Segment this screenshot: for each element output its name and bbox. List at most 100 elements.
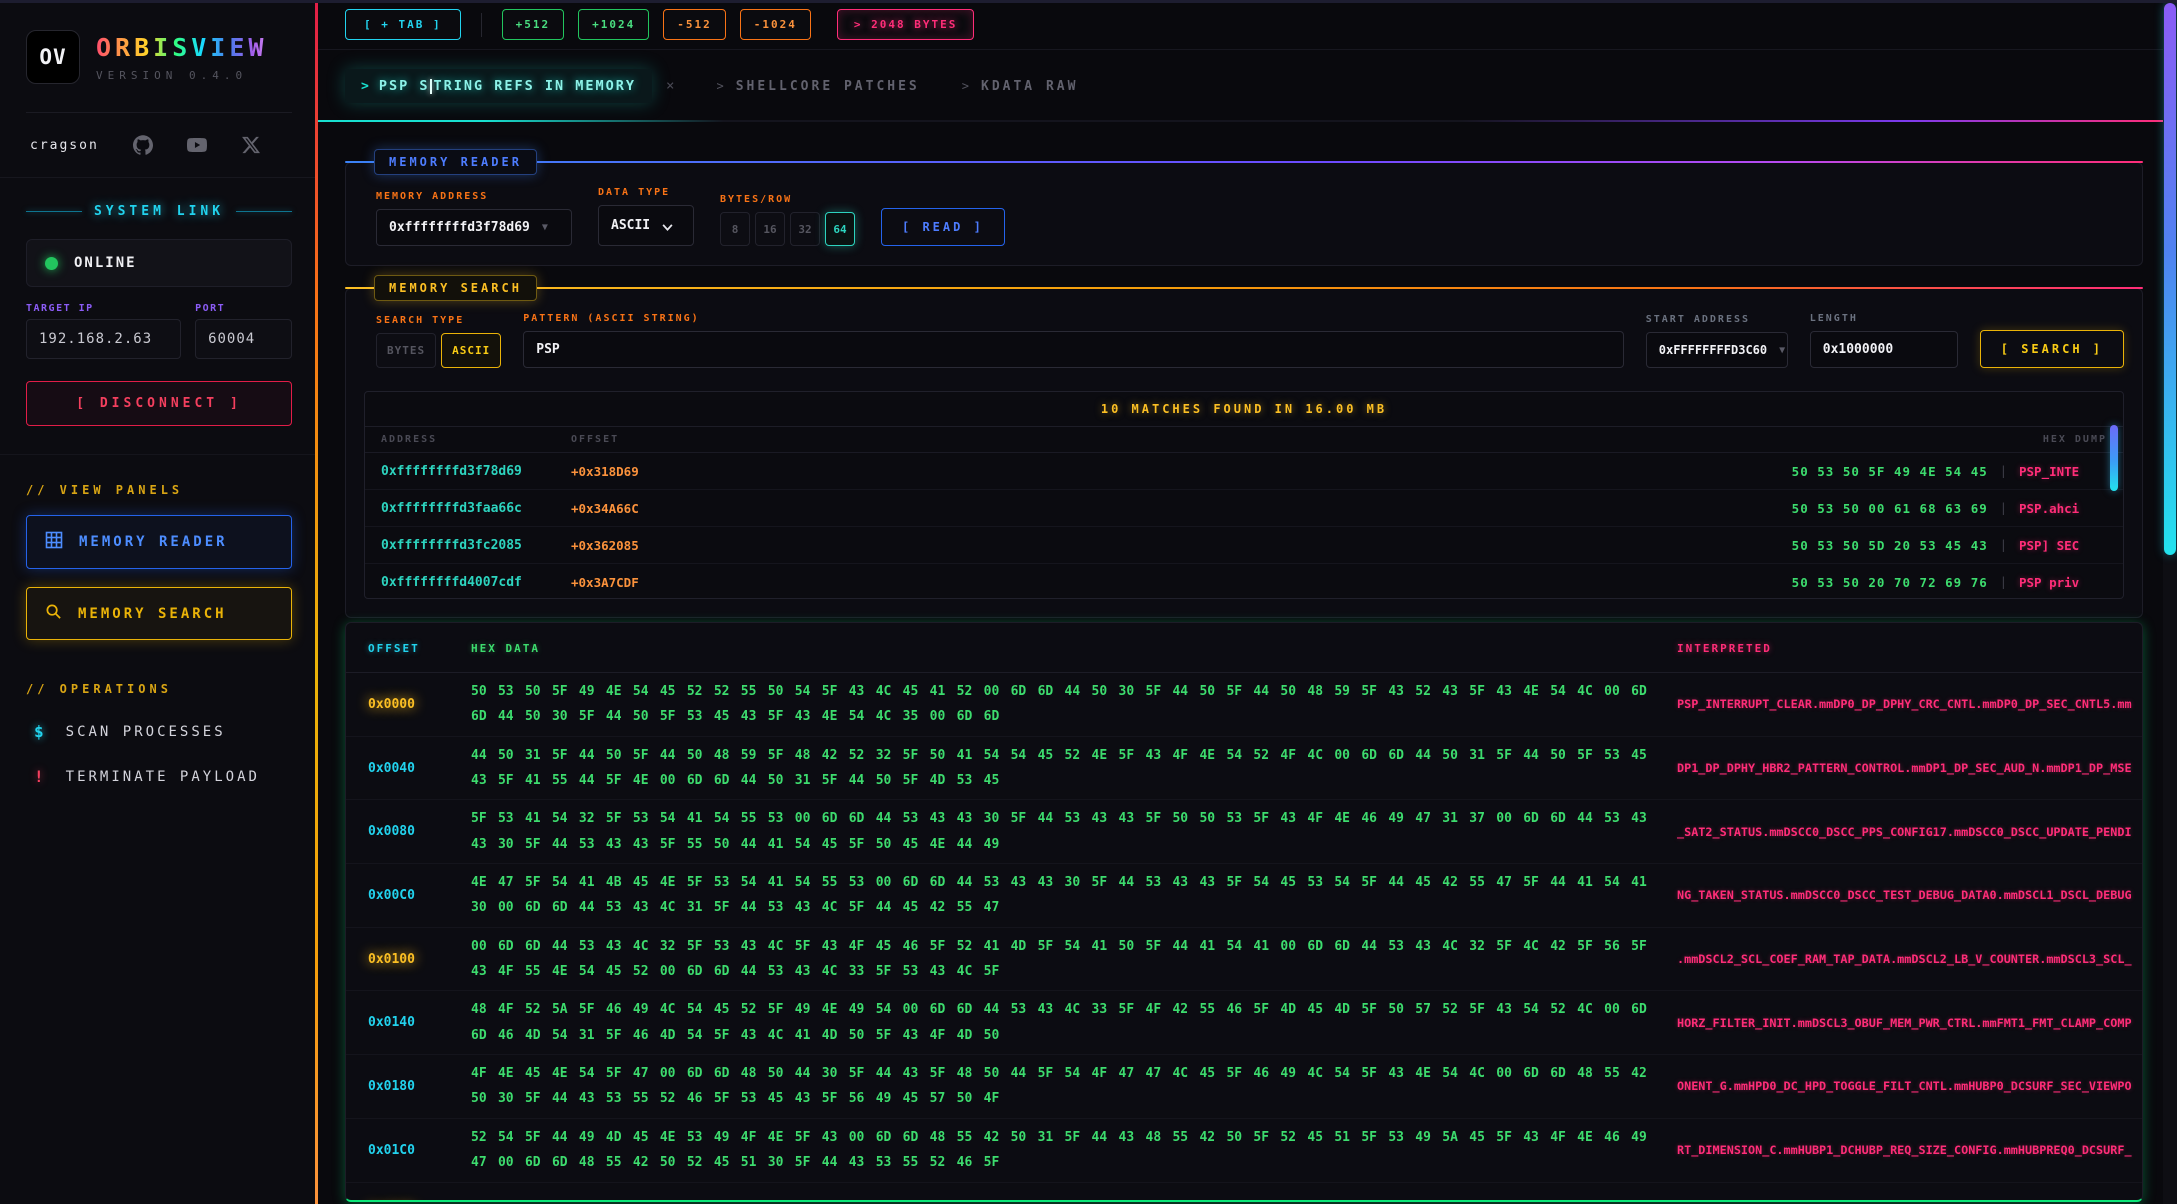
hex-row-offset[interactable]: 0x0180 [346, 1079, 471, 1094]
disconnect-button[interactable]: [ DISCONNECT ] [26, 381, 292, 426]
system-link-header: SYSTEM LINK [26, 204, 292, 219]
bytes-per-row-option-32[interactable]: 32 [790, 212, 820, 246]
bytes-per-row-option-64[interactable]: 64 [825, 212, 855, 246]
search-result-row[interactable]: 0xffffffffd3fc2085+0x36208550 53 50 5D 2… [365, 527, 2123, 564]
data-type-select[interactable]: ASCII [598, 205, 694, 246]
hex-row-bytes: 50 53 50 5F 49 4E 54 45 52 52 55 50 54 5… [471, 673, 1661, 736]
interpreted-column-header: INTERPRETED [1661, 642, 2142, 655]
search-type-option-bytes[interactable]: BYTES [376, 333, 436, 368]
tab-label: KDATA RAW [981, 79, 1078, 94]
minus-512-button[interactable]: -512 [663, 9, 726, 40]
divider [0, 454, 318, 455]
bytes-count-badge[interactable]: > 2048 BYTES [837, 9, 974, 40]
offset-column-header: OFFSET [571, 434, 691, 445]
tab-shellcore-patches[interactable]: > SHELLCORE PATCHES [716, 79, 919, 94]
memory-address-combo[interactable]: 0xffffffffd3f78d69 ▼ [376, 209, 572, 246]
column-divider: | [2000, 464, 2007, 478]
hex-row: 0x01804F 4E 45 4E 54 5F 47 00 6D 6D 48 5… [346, 1055, 2142, 1119]
offset-column-header: OFFSET [346, 642, 471, 655]
results-scrollbar-thumb[interactable] [2110, 425, 2118, 491]
port-label: PORT [195, 303, 292, 314]
sidebar: OV ORBISVIEW VERSION 0.4.0 cragson SYSTE… [0, 0, 318, 1204]
search-result-row[interactable]: 0xffffffffd4007cdf+0x3A7CDF50 53 50 20 7… [365, 564, 2123, 599]
search-type-option-ascii[interactable]: ASCII [441, 333, 501, 368]
tab-kdata-raw[interactable]: > KDATA RAW [962, 79, 1079, 94]
github-icon[interactable] [133, 135, 153, 155]
dropdown-arrow-icon: ▼ [1779, 345, 1785, 356]
result-address: 0xffffffffd4007cdf [381, 575, 571, 590]
main-area: [ + TAB ] +512 +1024 -512 -1024 > 2048 B… [318, 0, 2163, 1204]
data-type-value: ASCII [611, 218, 650, 233]
search-button[interactable]: [ SEARCH ] [1980, 330, 2124, 368]
scan-processes-button[interactable]: $ SCAN PROCESSES [34, 722, 292, 741]
port-field[interactable] [195, 319, 292, 359]
result-offset: +0x34A66C [571, 501, 691, 516]
result-ascii: PSP_INTE [2019, 464, 2107, 479]
column-divider: | [2000, 501, 2007, 515]
youtube-icon[interactable] [187, 135, 207, 155]
grid-icon [45, 531, 63, 553]
toolbar-divider [481, 13, 482, 37]
read-button[interactable]: [ READ ] [881, 208, 1005, 246]
hex-row-offset[interactable]: 0x0140 [346, 1015, 471, 1030]
column-divider: | [2000, 538, 2007, 552]
hex-row: 0x01C052 54 5F 44 49 4D 45 4E 53 49 4F 4… [346, 1119, 2142, 1183]
tab-active[interactable]: > PSP STRING REFS IN MEMORY [345, 69, 652, 103]
sidebar-item-memory-reader[interactable]: MEMORY READER [26, 515, 292, 569]
tab-title[interactable]: PSP STRING REFS IN MEMORY [379, 78, 636, 94]
search-result-row[interactable]: 0xffffffffd3f78d69+0x318D6950 53 50 5F 4… [365, 453, 2123, 490]
hex-row-offset[interactable]: 0x01C0 [346, 1143, 471, 1158]
dollar-icon: $ [34, 722, 44, 741]
start-address-combo[interactable]: 0xFFFFFFFFD3C60 ▼ [1646, 332, 1788, 368]
hex-row-bytes: 52 54 5F 44 49 4D 45 4E 53 49 4F 4E 5F 4… [471, 1119, 1661, 1182]
sidebar-item-label: MEMORY READER [79, 534, 228, 550]
x-icon[interactable] [241, 135, 261, 155]
page-scrollbar-thumb[interactable] [2164, 3, 2176, 555]
address-column-header: ADDRESS [381, 434, 571, 445]
hex-row-bytes: 00 6D 6D 44 53 43 4C 32 5F 53 43 4C 5F 4… [471, 928, 1661, 991]
close-tab-icon[interactable]: × [666, 78, 674, 94]
sidebar-accent-edge [315, 0, 318, 1204]
page-scrollbar[interactable] [2163, 0, 2177, 1204]
result-address: 0xffffffffd3faa66c [381, 501, 571, 516]
plus-512-button[interactable]: +512 [502, 9, 565, 40]
hex-row-offset[interactable]: 0x0080 [346, 824, 471, 839]
hex-row-bytes: 50 52 49 4D 41 52 59 5F 4D 45 54 41 5F 5… [471, 1193, 1661, 1202]
hex-row: 0x010000 6D 6D 44 53 43 4C 32 5F 53 43 4… [346, 928, 2142, 992]
pattern-input[interactable] [523, 331, 1624, 368]
results-summary: 10 MATCHES FOUND IN 16.00 MB [365, 392, 2123, 427]
length-input[interactable] [1810, 331, 1958, 368]
start-address-value: 0xFFFFFFFFD3C60 [1659, 343, 1767, 357]
hex-row-offset[interactable]: 0x0000 [346, 697, 471, 712]
result-address: 0xffffffffd3fc2085 [381, 538, 571, 553]
plus-1024-button[interactable]: +1024 [578, 9, 649, 40]
operations-title: // OPERATIONS [26, 682, 292, 696]
hex-row-bytes: 4E 47 5F 54 41 4B 45 4E 5F 53 54 41 54 5… [471, 864, 1661, 927]
search-icon [45, 603, 62, 624]
bytes-per-row-option-8[interactable]: 8 [720, 212, 750, 246]
hex-viewer-headers: OFFSET HEX DATA INTERPRETED [346, 623, 2142, 673]
length-label: LENGTH [1810, 313, 1958, 324]
hex-row-offset[interactable]: 0x0040 [346, 761, 471, 776]
hex-row: 0x020050 52 49 4D 41 52 59 5F 4D 45 54 4… [346, 1183, 2142, 1203]
hex-row-offset[interactable]: 0x00C0 [346, 888, 471, 903]
reader-accent-line [345, 161, 2143, 163]
bytes-per-row-option-16[interactable]: 16 [755, 212, 785, 246]
hex-row: 0x004044 50 31 5F 44 50 5F 44 50 48 59 5… [346, 737, 2142, 801]
target-ip-field[interactable] [26, 319, 181, 359]
divider [26, 112, 292, 113]
hex-row-bytes: 4F 4E 45 4E 54 5F 47 00 6D 6D 48 50 44 3… [471, 1055, 1661, 1118]
results-column-headers: ADDRESS OFFSET HEX DUMP [365, 427, 2123, 453]
sidebar-item-memory-search[interactable]: MEMORY SEARCH [26, 587, 292, 640]
add-tab-button[interactable]: [ + TAB ] [345, 9, 461, 40]
online-dot-icon [45, 257, 58, 270]
result-ascii: PSP.ahci [2019, 501, 2107, 516]
search-result-row[interactable]: 0xffffffffd3faa66c+0x34A66C50 53 50 00 6… [365, 490, 2123, 527]
system-link-title: SYSTEM LINK [94, 204, 224, 219]
hex-row-interpreted: HORZ_FILTER_INIT.mmDSCL3_OBUF_MEM_PWR_CT… [1661, 1016, 2143, 1030]
hex-row-interpreted: PSP_INTERRUPT_CLEAR.mmDP0_DP_DPHY_CRC_CN… [1661, 697, 2143, 711]
hex-row-offset[interactable]: 0x0100 [346, 952, 471, 967]
terminate-payload-button[interactable]: ! TERMINATE PAYLOAD [34, 767, 292, 786]
minus-1024-button[interactable]: -1024 [740, 9, 811, 40]
hex-row-interpreted: _SAT2_STATUS.mmDSCC0_DSCC_PPS_CONFIG17.m… [1661, 825, 2143, 839]
